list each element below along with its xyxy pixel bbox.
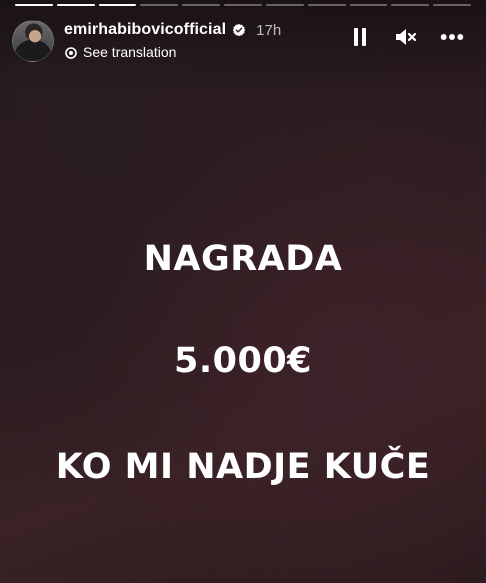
progress-segment-fill [15,4,53,6]
progress-segment [224,4,262,6]
more-options-button[interactable] [440,25,464,49]
pause-icon [354,28,366,46]
story-progress-bar [15,4,471,6]
story-text-line: KO MI NADJE KUČE [55,447,431,487]
story-text-line: 5.000€ [173,341,313,381]
story-controls [348,25,464,49]
story-viewer[interactable]: emirhabibovicofficial 17h See translatio… [0,0,486,583]
progress-segment [182,4,221,6]
post-time: 17h [256,21,282,39]
progress-segment [307,4,346,6]
progress-segment [265,4,304,6]
translate-icon [65,46,77,59]
username-line: emirhabibovicofficial 17h [64,21,281,39]
mute-button[interactable] [394,25,418,49]
see-translation-label: See translation [83,44,177,60]
progress-segment [98,4,137,6]
speaker-muted-icon [396,29,417,45]
progress-segment [56,4,95,6]
progress-segment [15,4,53,6]
see-translation-link[interactable]: See translation [65,44,176,60]
more-options-icon [440,34,464,40]
username-link[interactable]: emirhabibovicofficial [64,21,226,39]
avatar[interactable] [12,20,54,62]
verified-badge-icon [232,23,246,37]
progress-segment-fill [56,4,95,6]
progress-segment [433,4,471,6]
progress-segment [349,4,388,6]
story-header: emirhabibovicofficial 17h See translatio… [12,17,474,63]
progress-segment-fill [98,4,137,6]
progress-segment [140,4,179,6]
progress-segment [391,4,430,6]
story-text-line: NAGRADA [143,239,343,279]
pause-button[interactable] [348,25,372,49]
